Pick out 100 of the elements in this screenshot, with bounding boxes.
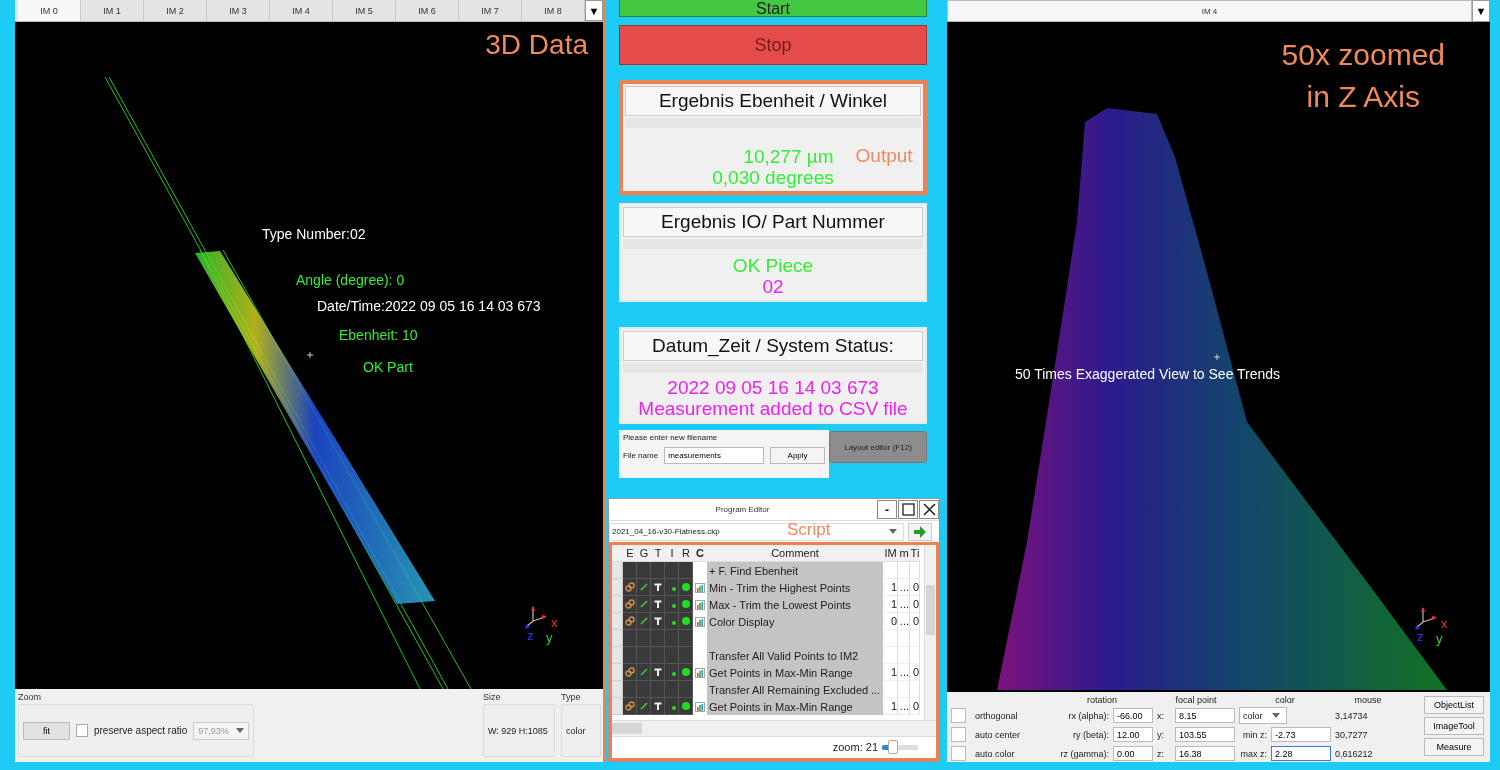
comment-cell[interactable]: Get Points in Max-Min Range <box>707 698 883 715</box>
column-header[interactable]: G <box>637 545 651 562</box>
comment-cell[interactable]: Min - Trim the Highest Points <box>707 579 883 596</box>
comment-cell[interactable]: Max - Trim the Lowest Points <box>707 596 883 613</box>
filename-field[interactable]: measurements <box>664 447 765 464</box>
fit-button[interactable]: fit <box>23 721 70 740</box>
start-button[interactable]: Start <box>619 0 927 17</box>
rotation-field[interactable]: 12.00 <box>1113 727 1153 742</box>
field-label: z: <box>1157 748 1165 759</box>
row-handle[interactable] <box>612 613 623 630</box>
range-field[interactable]: -2.73 <box>1271 727 1331 742</box>
checkbox[interactable] <box>951 727 966 742</box>
checkbox[interactable] <box>951 746 966 761</box>
comment-cell[interactable]: + F. Find Ebenheit <box>707 562 883 579</box>
column-header[interactable]: R <box>679 545 693 562</box>
rotation-field[interactable]: 0.00 <box>1113 746 1153 761</box>
table-cell <box>883 562 898 579</box>
chart-icon <box>695 616 705 627</box>
table-cell <box>883 630 898 647</box>
result-title: Ergebnis IO/ Part Nummer <box>623 207 923 237</box>
row-handle[interactable] <box>612 596 623 613</box>
column-header[interactable]: C <box>693 545 707 562</box>
panel-button[interactable]: Measure <box>1424 738 1484 756</box>
comment-cell[interactable]: Transfer All Valid Points to IM2 <box>707 647 883 664</box>
range-field[interactable]: 2.28 <box>1271 746 1331 761</box>
axis-label: y <box>546 630 553 645</box>
field-label: max z: <box>1239 748 1267 759</box>
column-header[interactable]: m <box>898 545 910 562</box>
overlay-title: in Z Axis <box>1306 79 1420 115</box>
checkbox[interactable] <box>951 708 966 723</box>
maximize-button[interactable] <box>898 500 918 519</box>
comment-cell[interactable]: Transfer All Remaining Excluded ... <box>707 681 883 698</box>
close-button[interactable] <box>919 500 939 519</box>
row-handle[interactable] <box>612 681 623 698</box>
tab-menu-button[interactable]: ▼ <box>585 0 603 21</box>
slider-thumb[interactable] <box>887 740 898 754</box>
focal-point-field[interactable]: 16.38 <box>1175 746 1235 761</box>
column-header[interactable]: T <box>651 545 665 562</box>
panel-button[interactable]: ImageTool <box>1424 717 1484 735</box>
apply-button[interactable]: Apply <box>770 447 825 464</box>
row-handle[interactable] <box>612 579 623 596</box>
result-text: Measurement added to CSV file <box>638 398 908 419</box>
comment-cell[interactable]: Color Display <box>707 613 883 630</box>
circle-icon <box>680 616 691 626</box>
axis-label: x <box>1441 616 1448 631</box>
table-cell: 0 <box>910 613 920 630</box>
layout-editor-button[interactable]: Layout editor (F12) <box>829 431 927 463</box>
view-menu-button[interactable]: ▼ <box>1472 0 1490 22</box>
dropdown-value: color <box>1243 710 1263 721</box>
chart-icon <box>695 599 705 610</box>
circle-icon <box>680 599 691 609</box>
rotation-field[interactable]: -66.00 <box>1113 708 1153 723</box>
column-header[interactable]: Ti <box>910 545 920 562</box>
table-cell <box>910 562 920 579</box>
color-dropdown[interactable]: color <box>1239 707 1287 724</box>
t-shape-icon <box>652 667 663 677</box>
image-tab[interactable]: IM 0 <box>18 0 81 21</box>
row-handle[interactable] <box>612 664 623 681</box>
row-handle[interactable] <box>612 698 623 715</box>
column-header[interactable]: I <box>665 545 679 562</box>
overlay-text: Date/Time:2022 09 05 16 14 03 673 <box>317 298 541 314</box>
chart-icon <box>695 667 705 678</box>
field-label: File name <box>623 451 659 460</box>
table-cell: 0 <box>910 698 920 715</box>
table-cell: ... <box>898 613 910 630</box>
minimize-button[interactable]: - <box>877 500 897 519</box>
column-header: rotation <box>1086 695 1118 705</box>
column-header[interactable]: Comment <box>707 545 883 562</box>
field-label: y: <box>1157 729 1165 740</box>
link-icon <box>624 599 635 609</box>
header-cell <box>612 545 623 562</box>
circle-icon <box>680 582 691 592</box>
horizontal-scrollbar[interactable] <box>612 720 936 736</box>
focal-point-field[interactable]: 8.15 <box>1175 708 1235 723</box>
t-shape-icon <box>652 582 663 592</box>
comment-cell[interactable]: Get Points in Max-Min Range <box>707 664 883 681</box>
row-handle[interactable] <box>612 647 623 664</box>
row-handle[interactable] <box>612 562 623 579</box>
scrollbar-thumb[interactable] <box>612 723 642 734</box>
link-icon <box>624 701 635 711</box>
column-header[interactable]: IM <box>883 545 898 562</box>
t-shape-icon <box>652 599 663 609</box>
panel-button[interactable]: ObjectList <box>1424 696 1484 714</box>
run-button[interactable] <box>908 522 932 541</box>
view-selector[interactable]: IM 4 <box>947 0 1472 22</box>
table-cell <box>883 647 898 664</box>
vertical-scrollbar[interactable] <box>924 545 936 720</box>
field-label: x: <box>1157 710 1165 721</box>
table-cell: 0 <box>883 613 898 630</box>
result-text: 02 <box>762 276 784 297</box>
row-handle[interactable] <box>612 630 623 647</box>
checkbox[interactable] <box>75 724 88 737</box>
caret-icon <box>236 728 244 733</box>
check-icon <box>638 701 649 711</box>
table-cell: 0 <box>910 596 920 613</box>
check-icon <box>638 616 649 626</box>
scrollbar-thumb[interactable] <box>926 585 935 635</box>
focal-point-field[interactable]: 103.55 <box>1175 727 1235 742</box>
column-header[interactable]: E <box>623 545 637 562</box>
section-label: Zoom <box>18 692 42 702</box>
